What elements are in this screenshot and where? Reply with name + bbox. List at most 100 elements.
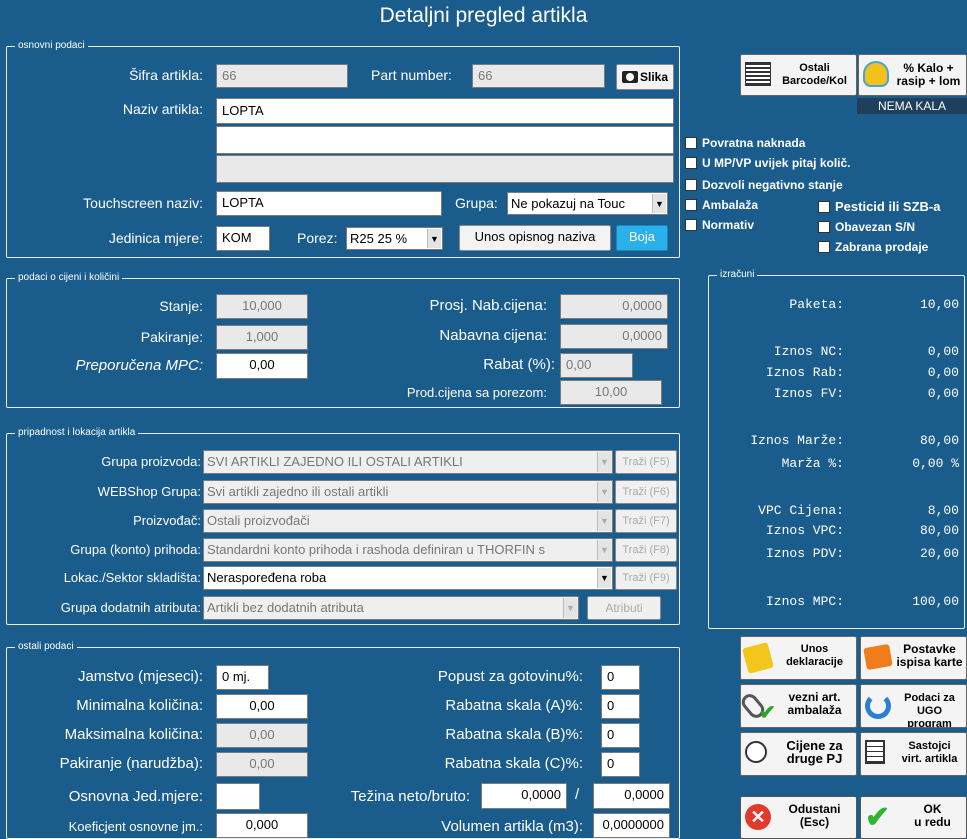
- atributi-button[interactable]: Atributi: [587, 596, 661, 620]
- chevron-down-icon: ▼: [563, 598, 577, 618]
- pripadnost-select[interactable]: Svi artikli zajedno ili ostali artikli ▼: [203, 480, 613, 504]
- maksimalna-input[interactable]: 0,00: [216, 723, 308, 748]
- chevron-down-icon: ▼: [597, 482, 611, 502]
- postavke-ispisa-button[interactable]: Postavke ispisa karte: [860, 636, 967, 680]
- pripadnost-select[interactable]: Neraspoređena roba ▼: [203, 566, 613, 590]
- popust-input[interactable]: 0: [601, 665, 640, 690]
- pakiranje-input[interactable]: 1,000: [216, 325, 308, 350]
- pripadnost-label: Proizvođač:: [133, 513, 201, 528]
- camera-icon: [621, 71, 638, 83]
- calc-label: Iznos Marže:: [750, 433, 844, 448]
- trazi-button[interactable]: Traži (F6): [615, 480, 677, 504]
- preporucena-mpc-input[interactable]: 0,00: [216, 353, 308, 379]
- touchscreen-label: Touchscreen naziv:: [83, 195, 203, 211]
- prod-cijena-input[interactable]: 10,00: [560, 380, 662, 405]
- check-icon: ✔: [759, 702, 776, 724]
- prod-cijena-label: Prod.cijena sa porezom:: [406, 385, 547, 400]
- volumen-input[interactable]: 0,0000000: [593, 813, 670, 838]
- nabavna-cijena-input[interactable]: 0,0000: [560, 324, 668, 349]
- rabatna-a-input[interactable]: 0: [601, 694, 640, 719]
- dozvoli-negativno-checkbox[interactable]: Dozvoli negativno stanje: [685, 178, 843, 192]
- ostali-barcode-button[interactable]: Ostali Barcode/Kol: [740, 54, 857, 96]
- unos-deklaracije-button[interactable]: Unos deklaracije: [740, 636, 857, 680]
- stanje-input[interactable]: 10,000: [216, 294, 308, 319]
- calc-label: Iznos PDV:: [765, 546, 844, 561]
- ambalaza-checkbox[interactable]: Ambalaža: [685, 198, 758, 212]
- ugo-program-button[interactable]: Podaci za UGO program: [860, 684, 967, 728]
- rabatna-c-input[interactable]: 0: [601, 752, 640, 777]
- calc-value: 0,00: [927, 386, 959, 401]
- naziv-line2-input[interactable]: [216, 126, 674, 154]
- tezina-neto-input[interactable]: 0,0000: [481, 783, 567, 809]
- izracuni-legend: izračuni: [717, 269, 758, 281]
- calc-value: 0,00: [927, 344, 959, 359]
- rabatna-b-input[interactable]: 0: [601, 723, 640, 748]
- zabrana-prodaje-checkbox[interactable]: Zabrana prodaje: [818, 240, 928, 254]
- pripadnost-label: WEBShop Grupa:: [97, 484, 201, 499]
- naziv-input[interactable]: LOPTA: [216, 98, 674, 124]
- pakiranje-narudzba-input[interactable]: 0,00: [216, 752, 308, 777]
- sifra-input[interactable]: 66: [216, 64, 348, 88]
- cijene-druge-pj-button[interactable]: Cijene za druge PJ: [740, 732, 857, 776]
- grupa-select[interactable]: Ne pokazuj na Touc ▼: [507, 192, 668, 215]
- pakiranje-label: Pakiranje:: [140, 329, 203, 345]
- chevron-down-icon: ▼: [597, 511, 611, 531]
- chevron-down-icon: ▼: [652, 194, 666, 213]
- jamstvo-label: Jamstvo (mjeseci):: [77, 668, 203, 685]
- calc-value: 20,00: [919, 546, 959, 561]
- atributi-label: Grupa dodatnih atributa:: [60, 600, 201, 615]
- calc-value: 0,00: [927, 365, 959, 380]
- minimalna-input[interactable]: 0,00: [216, 694, 308, 719]
- vezni-artikli-button[interactable]: ✔ vezni art. ambalaža: [740, 684, 857, 728]
- trazi-button[interactable]: Traži (F8): [615, 538, 677, 562]
- pripadnost-select[interactable]: Ostali proizvođači ▼: [203, 509, 613, 533]
- slika-button[interactable]: Slika: [616, 64, 674, 90]
- pripadnost-select[interactable]: SVI ARTIKLI ZAJEDNO ILI OSTALI ARTIKLI ▼: [203, 450, 613, 474]
- sastojci-button[interactable]: Sastojci virt. artikla: [860, 732, 967, 776]
- jedinica-input[interactable]: KOM: [216, 226, 270, 251]
- koeficjent-input[interactable]: 0,000: [216, 813, 308, 838]
- povratna-naknada-checkbox[interactable]: Povratna naknada: [685, 136, 805, 150]
- osnovna-jed-input[interactable]: [216, 783, 260, 810]
- odustani-button[interactable]: ✕ Odustani (Esc): [740, 796, 857, 839]
- calc-value: 10,00: [919, 297, 959, 312]
- sync-arrows-icon: [865, 693, 891, 719]
- calc-value: 100,00: [912, 594, 959, 609]
- jamstvo-input[interactable]: 0 mj.: [216, 665, 269, 690]
- porez-select[interactable]: R25 25 % ▼: [346, 227, 443, 250]
- calc-value: 8,00: [927, 503, 959, 518]
- kalo-rasip-button[interactable]: % Kalo + rasip + lom: [858, 54, 967, 96]
- calc-label: Iznos NC:: [773, 344, 844, 359]
- koeficjent-label: Koeficjent osnovne jm.:: [68, 819, 203, 834]
- naziv-line3-input[interactable]: [216, 155, 674, 183]
- pesticid-checkbox[interactable]: Pesticid ili SZB-a: [818, 200, 940, 214]
- stanje-label: Stanje:: [159, 298, 203, 314]
- unos-opisnog-naziva-button[interactable]: Unos opisnog naziva: [459, 225, 611, 251]
- osnovna-jed-label: Osnovna Jed.mjere:: [68, 788, 203, 805]
- boja-button[interactable]: Boja: [616, 225, 668, 251]
- calc-label: Iznos FV:: [773, 386, 844, 401]
- porez-label: Porez:: [297, 230, 338, 246]
- tezina-bruto-input[interactable]: 0,0000: [593, 783, 670, 809]
- rabat-input[interactable]: 0,00: [560, 353, 633, 378]
- nema-kala-label: NEMA KALA: [857, 98, 967, 114]
- trazi-button[interactable]: Traži (F5): [615, 450, 677, 474]
- touchscreen-input[interactable]: LOPTA: [216, 191, 442, 216]
- checkmark-icon: ✔: [865, 801, 891, 834]
- pripadnost-select[interactable]: Standardni konto prihoda i rashoda defin…: [203, 538, 613, 562]
- ok-button[interactable]: ✔ OK u redu: [860, 796, 967, 839]
- rabatna-a-label: Rabatna skala (A)%:: [445, 697, 583, 714]
- trazi-button[interactable]: Traži (F9): [615, 566, 677, 590]
- normativ-checkbox[interactable]: Normativ: [685, 218, 754, 232]
- tezina-separator: /: [575, 786, 580, 803]
- obavezan-sn-checkbox[interactable]: Obavezan S/N: [818, 220, 915, 234]
- trazi-button[interactable]: Traži (F7): [615, 509, 677, 533]
- atributi-select[interactable]: Artikli bez dodatnih atributa ▼: [203, 596, 579, 620]
- prosj-nab-input[interactable]: 0,0000: [560, 294, 668, 319]
- part-number-input[interactable]: 66: [472, 64, 605, 88]
- uvijek-pitaj-kolicinu-checkbox[interactable]: U MP/VP uvijek pitaj količ.: [685, 156, 851, 170]
- calc-value: 0,00 %: [912, 456, 959, 471]
- pripadnost-label: Lokac./Sektor skladišta:: [63, 570, 201, 585]
- popust-label: Popust za gotovinu%:: [437, 668, 583, 685]
- part-number-label: Part number:: [371, 67, 452, 83]
